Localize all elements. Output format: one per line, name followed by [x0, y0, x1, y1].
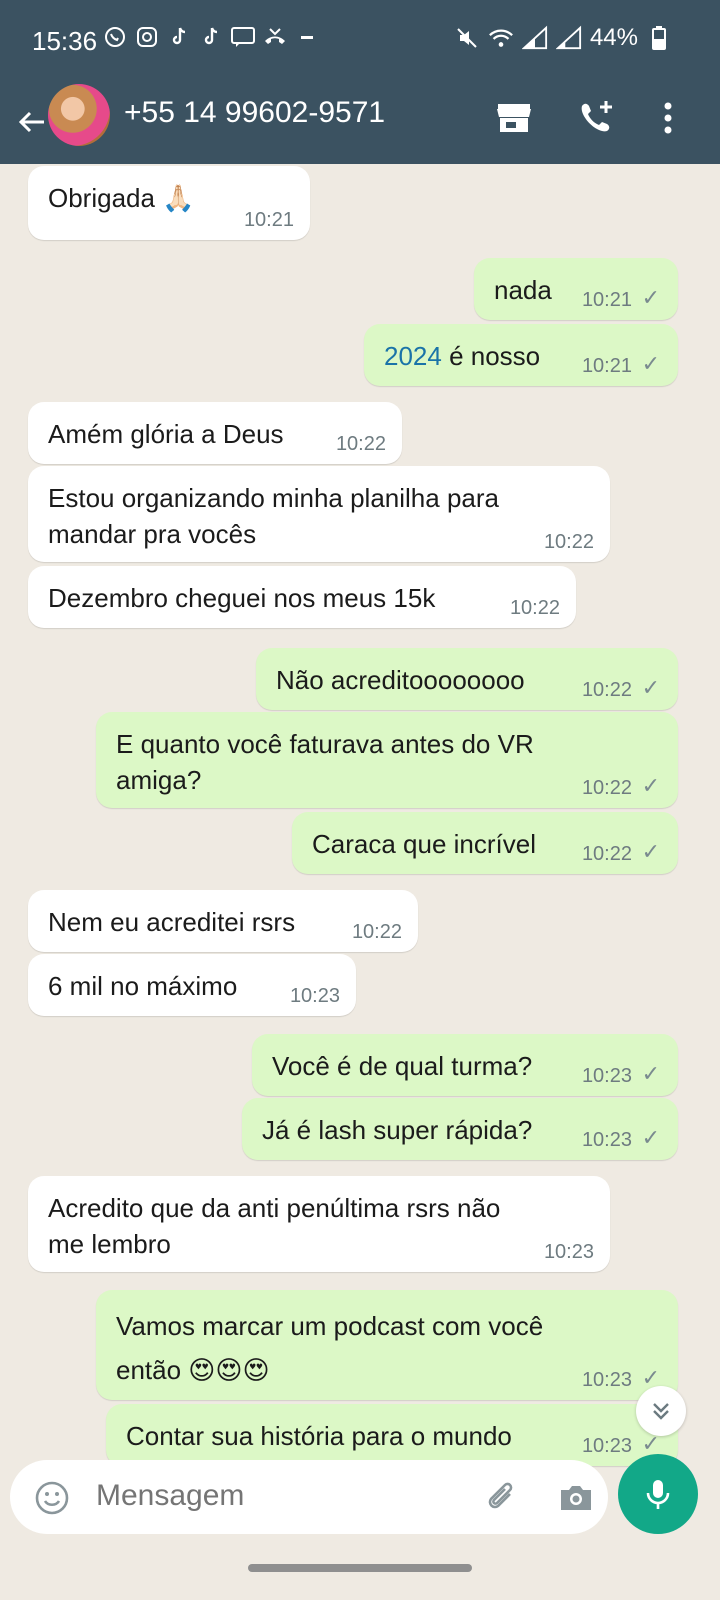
camera-icon[interactable] [556, 1478, 596, 1518]
message-time: 10:23 [581, 1369, 632, 1391]
instagram-icon [134, 24, 160, 50]
message-time: 10:23 [581, 1435, 632, 1457]
emoji-icon[interactable] [34, 1480, 70, 1516]
sent-check-icon: ✓ [641, 351, 660, 376]
message-text: nada [494, 275, 552, 305]
message-time: 10:23 [543, 1241, 594, 1263]
home-gesture-handle[interactable] [248, 1564, 472, 1572]
message-bubble[interactable]: Vamos marcar um podcast com você então 😍… [96, 1290, 678, 1400]
message-time: 10:22 [581, 777, 632, 799]
paperclip-icon[interactable] [482, 1478, 522, 1518]
message-text: Não acreditoooooooo [276, 665, 525, 695]
contact-avatar[interactable] [48, 84, 110, 146]
message-time: 10:22 [581, 843, 632, 865]
sent-check-icon: ✓ [641, 285, 660, 310]
double-chevron-down-icon [653, 1403, 669, 1420]
microphone-icon [646, 1480, 670, 1509]
message-time: 10:23 [581, 1129, 632, 1151]
message-time: 10:21 [243, 209, 294, 231]
message-bubble[interactable]: Já é lash super rápida? 10:23 ✓ [242, 1098, 678, 1160]
message-time: 10:21 [581, 355, 632, 377]
message-text: 2024 é nosso [384, 341, 541, 371]
voice-record-button[interactable] [618, 1454, 698, 1534]
signal-icon [521, 25, 548, 51]
store-icon[interactable] [494, 98, 534, 138]
message-bubble[interactable]: Dezembro cheguei nos meus 15k 10:22 [28, 566, 576, 628]
tiktok-icon [198, 24, 224, 50]
mute-icon [454, 25, 480, 51]
scroll-to-bottom-button[interactable] [636, 1386, 686, 1436]
whatsapp-icon [102, 24, 128, 50]
system-nav-bar [0, 1540, 720, 1600]
message-time: 10:22 [351, 921, 402, 943]
battery-percent: 44% [589, 24, 638, 51]
message-text: Vamos marcar um podcast com você então 😍… [116, 1311, 544, 1385]
message-time: 10:23 [581, 1065, 632, 1087]
tiktok-icon [166, 24, 192, 50]
message-bubble[interactable]: 2024 é nosso 10:21 ✓ [364, 324, 678, 386]
message-time: 10:22 [581, 679, 632, 701]
sent-check-icon: ✓ [641, 839, 660, 864]
wifi-icon [488, 25, 514, 51]
message-bubble[interactable]: Você é de qual turma? 10:23 ✓ [252, 1034, 678, 1096]
message-time: 10:21 [581, 289, 632, 311]
message-text: Amém glória a Deus [48, 419, 284, 449]
sent-check-icon: ✓ [641, 675, 660, 700]
message-time: 10:23 [289, 985, 340, 1007]
message-bubble[interactable]: Acredito que da anti penúltima rsrs não … [28, 1176, 610, 1272]
message-text: Estou organizando minha planilha para ma… [48, 483, 499, 549]
message-bubble[interactable]: Não acreditoooooooo 10:22 ✓ [256, 648, 678, 710]
message-text: E quanto você faturava antes do VR amiga… [116, 729, 534, 795]
message-input[interactable] [94, 1478, 458, 1514]
message-bubble[interactable]: nada 10:21 ✓ [474, 258, 678, 320]
message-time: 10:22 [335, 433, 386, 455]
message-bubble[interactable]: Nem eu acreditei rsrs 10:22 [28, 890, 418, 952]
chat-icon [230, 24, 256, 50]
message-time: 10:22 [509, 597, 560, 619]
message-bubble[interactable]: Contar sua história para o mundo 10:23 ✓ [106, 1404, 678, 1466]
signal-icon [555, 25, 582, 51]
message-text: Caraca que incrível [312, 829, 536, 859]
sent-check-icon: ✓ [641, 1061, 660, 1086]
system-status: 44% [454, 24, 672, 52]
message-text: Acredito que da anti penúltima rsrs não … [48, 1193, 501, 1259]
add-call-icon[interactable] [576, 98, 616, 138]
message-bubble[interactable]: 6 mil no máximo 10:23 [28, 954, 356, 1016]
message-composer [10, 1460, 608, 1534]
overflow-menu-icon[interactable] [648, 98, 688, 138]
battery-icon [646, 25, 672, 51]
message-bubble[interactable]: E quanto você faturava antes do VR amiga… [96, 712, 678, 808]
message-text: Contar sua história para o mundo [126, 1421, 512, 1451]
notification-icons [102, 24, 320, 50]
status-bar: 15:36 44% [0, 0, 720, 84]
message-bubble[interactable]: Obrigada 🙏🏻 10:21 [28, 166, 310, 240]
message-link[interactable]: 2024 [384, 341, 442, 371]
status-time: 15:36 [32, 26, 98, 56]
message-time: 10:22 [543, 531, 594, 553]
contact-name[interactable]: +55 14 99602-9571 [124, 96, 385, 130]
back-arrow-icon[interactable] [12, 102, 52, 142]
missed-call-icon [262, 24, 288, 50]
message-text: Já é lash super rápida? [262, 1115, 533, 1145]
message-bubble[interactable]: Amém glória a Deus 10:22 [28, 402, 402, 464]
message-text: Nem eu acreditei rsrs [48, 907, 296, 937]
message-text: 6 mil no máximo [48, 971, 238, 1001]
more-icon [294, 24, 320, 50]
message-text: Obrigada 🙏🏻 [48, 183, 195, 213]
chat-header: +55 14 99602-9571 [0, 84, 720, 164]
message-text: Dezembro cheguei nos meus 15k [48, 583, 436, 613]
message-text: Você é de qual turma? [272, 1051, 533, 1081]
message-bubble[interactable]: Estou organizando minha planilha para ma… [28, 466, 610, 562]
message-bubble[interactable]: Caraca que incrível 10:22 ✓ [292, 812, 678, 874]
message-list[interactable]: Obrigada 🙏🏻 10:21 nada 10:21 ✓ 2024 é no… [0, 164, 720, 1484]
sent-check-icon: ✓ [641, 773, 660, 798]
sent-check-icon: ✓ [641, 1125, 660, 1150]
